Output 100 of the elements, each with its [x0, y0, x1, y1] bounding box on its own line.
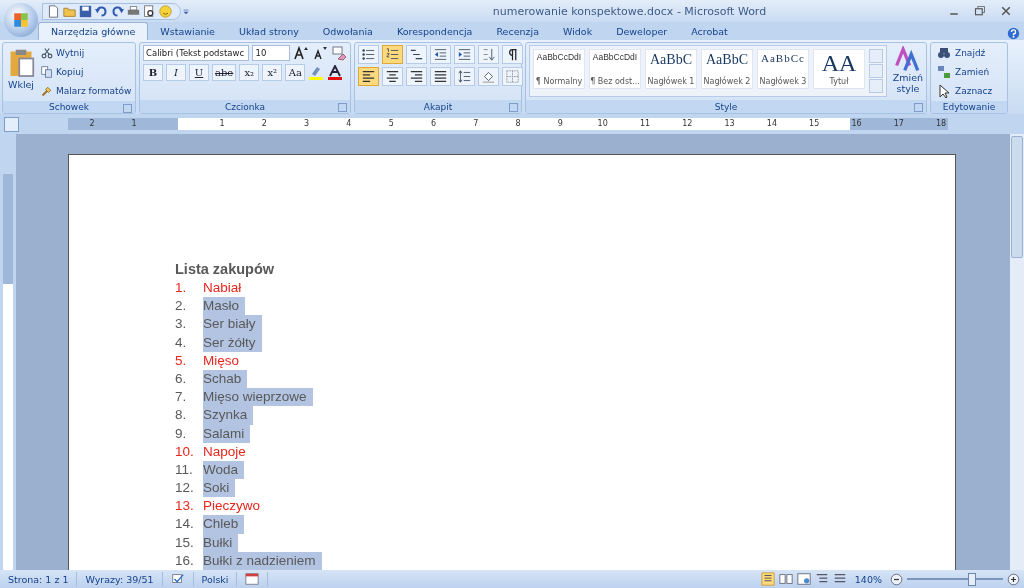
font-name-field[interactable]: Calibri (Tekst podstawc	[143, 45, 250, 61]
cut-button[interactable]: Wytnij	[39, 45, 134, 61]
redo-icon[interactable]	[111, 4, 124, 18]
align-right-icon[interactable]	[409, 70, 424, 83]
ruler-number: 5	[388, 119, 394, 128]
scissors-icon[interactable]	[41, 47, 53, 59]
ruler-number: 11	[639, 119, 651, 128]
ruler-number: 2	[89, 119, 95, 128]
decrease-indent-icon[interactable]	[433, 48, 448, 61]
list-number: 8.	[175, 406, 188, 425]
zoom-out-icon[interactable]	[890, 572, 903, 586]
ruler-number: 12	[682, 119, 693, 128]
zoom-slider-thumb[interactable]	[968, 573, 977, 586]
ribbon-tab[interactable]: Narzędzia główne	[38, 22, 149, 40]
zoom-level[interactable]: 140%	[850, 573, 886, 585]
close-icon[interactable]	[1000, 5, 1012, 17]
multilevel-list-icon[interactable]	[409, 48, 424, 61]
bullets-icon[interactable]	[361, 48, 376, 61]
ribbon-tab[interactable]: Recenzja	[484, 22, 551, 40]
document-page[interactable]: Lista zakupów 1. Nabiał 2. Masło 3. Ser biały 4. Ser żółty 5. Mięso 6. Schab 7. Mięso wieprzowe 8. Szynka 9. Salami 10. Napoje 11. Woda 12. Soki 13. Pieczywo 14. Chleb 15. Bułki 16. Bułki z nadzieniem	[68, 154, 956, 570]
cursor-icon[interactable]	[936, 83, 952, 99]
increase-indent-icon[interactable]	[457, 48, 472, 61]
ruler-number: 8	[515, 119, 521, 128]
format-button[interactable]: x₂	[239, 64, 260, 81]
paint-bucket-icon[interactable]	[481, 70, 496, 83]
undo-icon[interactable]	[95, 4, 108, 18]
save-icon[interactable]	[79, 4, 92, 18]
font-size-field[interactable]: 10	[252, 45, 290, 61]
horizontal-ruler[interactable]: 2 1 1 2 3 4 5 6 7 8 9 10 11 12 13 14 15 16 17 18	[68, 118, 948, 130]
new-document-icon[interactable]	[47, 4, 60, 18]
window-title: numerowanie konspektowe.docx - Microsoft Word	[491, 4, 768, 18]
line-spacing-icon[interactable]	[457, 70, 472, 83]
style-preset[interactable]: AaBbC Nagłówek 1	[645, 49, 697, 89]
format-button[interactable]: B	[143, 64, 163, 81]
ribbon-tab[interactable]: Wstawianie	[148, 22, 227, 40]
editing-button[interactable]: Znajdź	[934, 45, 1004, 61]
borders-icon[interactable]	[505, 70, 520, 83]
format-button[interactable]: I	[166, 64, 186, 81]
language-indicator[interactable]: Polski	[193, 572, 238, 586]
change-styles-button[interactable]: Zmień style	[890, 45, 926, 95]
office-logo-icon[interactable]	[12, 10, 30, 29]
list-number: 4.	[175, 333, 188, 352]
style-preset[interactable]: AaBbCc Nagłówek 3	[757, 49, 809, 89]
copy-icon[interactable]	[41, 66, 53, 78]
eraser-icon[interactable]	[331, 45, 347, 61]
ribbon-tab[interactable]: Odwołania	[310, 22, 385, 40]
proofing-icon[interactable]	[170, 572, 185, 586]
styles-icon[interactable]	[895, 46, 921, 72]
copy-button[interactable]: Kopiuj	[39, 64, 134, 80]
format-painter-button[interactable]: Malarz formatów	[39, 83, 134, 99]
list-number: 3.	[175, 315, 188, 334]
list-item: Chleb	[203, 515, 245, 534]
office-button[interactable]	[4, 2, 38, 37]
zoom-in-icon[interactable]	[1007, 572, 1020, 586]
page-count[interactable]: Strona: 1 z 1	[0, 572, 78, 586]
style-preset[interactable]: AA Tytuł	[813, 49, 865, 89]
list-number: 11.	[175, 460, 194, 479]
word-count[interactable]: Wyrazy: 39/51	[77, 572, 163, 586]
list-number: 6.	[175, 369, 188, 388]
macro-icon[interactable]	[245, 572, 260, 586]
help-icon[interactable]	[1007, 27, 1020, 40]
justify-icon[interactable]	[433, 70, 448, 83]
ruler-number: 9	[557, 119, 563, 128]
font-color-icon[interactable]	[327, 64, 344, 81]
list-number: 1.	[175, 279, 188, 297]
ruler-number: 14	[766, 119, 777, 128]
grow-font-icon[interactable]	[293, 45, 309, 61]
format-button[interactable]: U	[189, 64, 209, 81]
restore-icon[interactable]	[974, 5, 986, 17]
editing-button[interactable]: Zamień	[934, 64, 1004, 80]
ruler-number: 6	[430, 119, 437, 128]
binoculars-icon[interactable]	[936, 45, 952, 61]
ribbon-tab[interactable]: Deweloper	[604, 22, 680, 40]
style-preset[interactable]: AaBbCcDdI ¶ Bez odst...	[589, 49, 641, 89]
style-preset[interactable]: AaBbCcDdI ¶ Normalny	[533, 49, 585, 89]
print-layout-icon[interactable]	[760, 572, 775, 586]
print-preview-icon[interactable]	[143, 4, 156, 18]
web-layout-icon[interactable]	[796, 572, 811, 586]
printer-icon[interactable]	[127, 4, 140, 18]
ribbon-tab[interactable]: Układ strony	[226, 22, 311, 40]
style-preset[interactable]: AaBbC Nagłówek 2	[701, 49, 753, 89]
paste-button[interactable]: Wklej	[6, 45, 36, 99]
editing-button[interactable]: Zaznacz	[934, 83, 1004, 99]
list-item: Mięso wieprzowe	[203, 388, 313, 407]
ribbon-tab[interactable]: Acrobat	[679, 22, 740, 40]
align-center-icon[interactable]	[385, 70, 400, 83]
shrink-font-icon[interactable]	[312, 45, 328, 61]
sort-icon[interactable]	[481, 48, 496, 61]
list-item: Nabiał	[203, 279, 243, 297]
list-number: 9.	[175, 424, 188, 443]
reading-layout-icon[interactable]	[778, 572, 793, 586]
list-number: 14.	[175, 515, 195, 534]
format-button[interactable]: x²	[262, 64, 283, 81]
ruler-number: 1	[131, 119, 137, 128]
ribbon-tab[interactable]: Widok	[551, 22, 605, 40]
vertical-scrollbar[interactable]	[1010, 134, 1024, 570]
list-item: Soki	[203, 479, 236, 498]
format-button[interactable]: abe	[212, 64, 237, 81]
ribbon-tab[interactable]: Korespondencja	[384, 22, 485, 40]
format-button[interactable]: Aa	[285, 64, 306, 81]
